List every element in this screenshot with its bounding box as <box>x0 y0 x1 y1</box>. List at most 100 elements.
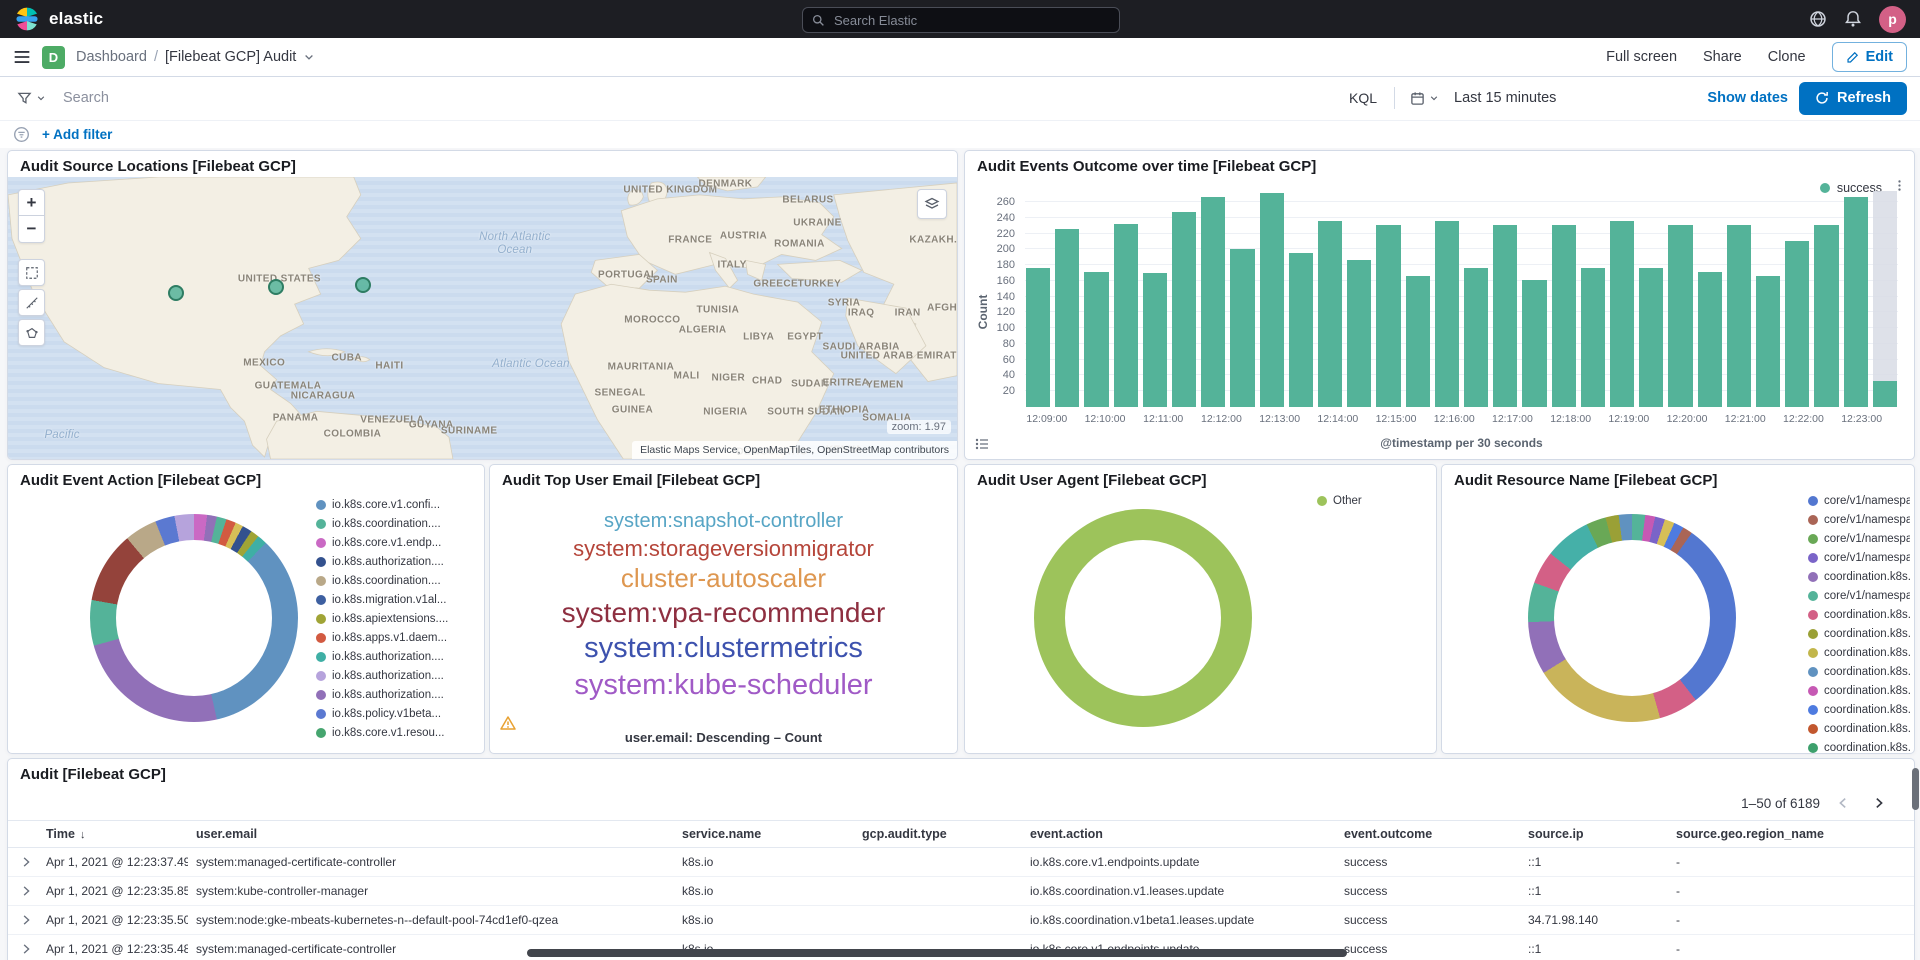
column-header[interactable]: source.ip <box>1520 821 1668 848</box>
legend-item[interactable]: core/v1/namespa... <box>1808 495 1910 507</box>
horizontal-scrollbar[interactable] <box>527 949 1347 957</box>
histogram-bar[interactable] <box>1143 191 1167 407</box>
histogram-bar[interactable] <box>1698 191 1722 407</box>
column-header[interactable]: event.action <box>1022 821 1336 848</box>
column-header[interactable]: source.geo.region_name <box>1668 821 1914 848</box>
legend-item[interactable]: io.k8s.apps.v1.daem... <box>316 632 478 644</box>
histogram-bar[interactable] <box>1756 191 1780 407</box>
tag-word[interactable]: system:snapshot-controller <box>604 510 843 533</box>
histogram-bar[interactable] <box>1844 191 1868 407</box>
histogram-bar[interactable] <box>1727 191 1751 407</box>
legend-item[interactable]: io.k8s.authorization.... <box>316 651 478 663</box>
legend-item[interactable]: io.k8s.authorization.... <box>316 689 478 701</box>
geo-point[interactable] <box>268 279 284 295</box>
legend-item[interactable]: io.k8s.coordination.... <box>316 575 478 587</box>
column-header[interactable]: gcp.audit.type <box>854 821 1022 848</box>
histogram-bar[interactable] <box>1785 191 1809 407</box>
tag-word[interactable]: cluster-autoscaler <box>621 564 826 594</box>
histogram-bar[interactable] <box>1522 191 1546 407</box>
clone-button[interactable]: Clone <box>1768 49 1806 65</box>
breadcrumb-dashboard[interactable]: Dashboard <box>76 49 147 65</box>
histogram-bar[interactable] <box>1581 191 1605 407</box>
edit-button[interactable]: Edit <box>1832 42 1907 72</box>
histogram-bar[interactable] <box>1055 191 1079 407</box>
legend-item[interactable]: io.k8s.authorization.... <box>316 670 478 682</box>
histogram-bar[interactable] <box>1406 191 1430 407</box>
legend-item[interactable]: io.k8s.policy.v1beta... <box>316 708 478 720</box>
geo-point[interactable] <box>168 285 184 301</box>
tag-word[interactable]: system:clustermetrics <box>584 632 863 665</box>
ua-donut[interactable] <box>1034 509 1252 727</box>
column-header[interactable]: service.name <box>674 821 854 848</box>
tag-word[interactable]: system:kube-scheduler <box>574 669 872 702</box>
histogram-bar[interactable] <box>1172 191 1196 407</box>
zoom-out-button[interactable]: − <box>18 216 45 243</box>
histogram-bar[interactable] <box>1347 191 1371 407</box>
legend-item[interactable]: io.k8s.core.v1.resou... <box>316 727 478 739</box>
histogram-bar[interactable] <box>1260 191 1284 407</box>
column-header[interactable]: user.email <box>188 821 674 848</box>
legend-item[interactable]: core/v1/namespa... <box>1808 533 1910 545</box>
histogram-bar[interactable] <box>1668 191 1692 407</box>
histogram-bar[interactable] <box>1201 191 1225 407</box>
show-dates-link[interactable]: Show dates <box>1707 90 1788 106</box>
histogram-bar[interactable] <box>1639 191 1663 407</box>
histogram-bar[interactable] <box>1230 191 1254 407</box>
histogram-bar[interactable] <box>1376 191 1400 407</box>
table-row[interactable]: Apr 1, 2021 @ 12:23:35.500system:node:gk… <box>8 906 1914 935</box>
refresh-button[interactable]: Refresh <box>1799 82 1907 115</box>
legend-item[interactable]: io.k8s.core.v1.endp... <box>316 537 478 549</box>
histogram-bar[interactable] <box>1114 191 1138 407</box>
legend-item[interactable]: io.k8s.migration.v1al... <box>316 594 478 606</box>
histogram-bar[interactable] <box>1464 191 1488 407</box>
title-chevron-down-icon[interactable] <box>303 51 315 63</box>
filter-circle-icon[interactable] <box>13 126 30 143</box>
vertical-scrollbar[interactable] <box>1912 768 1919 810</box>
histogram-bar[interactable] <box>1552 191 1576 407</box>
main-menu-button[interactable] <box>13 48 31 66</box>
legend-item[interactable]: io.k8s.core.v1.confi... <box>316 499 478 511</box>
map-canvas[interactable]: UNITED STATESUNITED KINGDOMDENMARKBELARU… <box>8 177 957 459</box>
fit-bounds-button[interactable] <box>18 259 45 286</box>
draw-tool-button[interactable] <box>18 319 45 346</box>
user-avatar[interactable]: p <box>1879 6 1906 33</box>
action-donut[interactable] <box>90 514 298 722</box>
expand-row-chevron[interactable] <box>8 935 38 960</box>
legend-item[interactable]: coordination.k8s... <box>1808 609 1910 621</box>
legend-item[interactable]: coordination.k8s... <box>1808 723 1910 735</box>
histogram-bar[interactable] <box>1814 191 1838 407</box>
table-row[interactable]: Apr 1, 2021 @ 12:23:35.855system:kube-co… <box>8 877 1914 906</box>
legend-item[interactable]: coordination.k8s... <box>1808 685 1910 697</box>
legend-item[interactable]: Other <box>1317 495 1362 507</box>
histogram-bar[interactable] <box>1435 191 1459 407</box>
date-picker-button[interactable] <box>1406 87 1443 110</box>
expand-row-chevron[interactable] <box>8 906 38 935</box>
warning-icon[interactable] <box>500 715 516 731</box>
map-attribution[interactable]: Elastic Maps Service, OpenMapTiles, Open… <box>632 441 957 459</box>
column-header[interactable]: event.outcome <box>1336 821 1520 848</box>
query-input[interactable] <box>61 89 1332 107</box>
geo-point[interactable] <box>355 277 371 293</box>
legend-item[interactable]: coordination.k8s... <box>1808 571 1910 583</box>
help-globe-button[interactable] <box>1809 10 1827 28</box>
space-badge[interactable]: D <box>42 46 65 69</box>
resource-donut[interactable] <box>1528 514 1736 722</box>
share-button[interactable]: Share <box>1703 49 1742 65</box>
legend-item[interactable]: io.k8s.coordination.... <box>316 518 478 530</box>
histogram-bar[interactable] <box>1610 191 1634 407</box>
measure-tool-button[interactable] <box>18 289 45 316</box>
legend-item[interactable]: core/v1/namespa... <box>1808 514 1910 526</box>
legend-item[interactable]: coordination.k8s... <box>1808 742 1910 754</box>
elastic-logo-icon[interactable] <box>14 6 40 32</box>
full-screen-button[interactable]: Full screen <box>1606 49 1677 65</box>
tag-word[interactable]: system:storageversionmigrator <box>573 536 874 561</box>
histogram-bar[interactable] <box>1026 191 1050 407</box>
histogram-bar[interactable] <box>1084 191 1108 407</box>
global-search[interactable] <box>802 7 1120 33</box>
layers-panel-button[interactable] <box>917 189 947 219</box>
histogram-bar[interactable] <box>1318 191 1342 407</box>
histogram-bar[interactable] <box>1493 191 1517 407</box>
zoom-in-button[interactable]: + <box>18 189 45 216</box>
global-search-input[interactable] <box>832 12 1110 29</box>
notifications-bell-button[interactable] <box>1844 10 1862 28</box>
